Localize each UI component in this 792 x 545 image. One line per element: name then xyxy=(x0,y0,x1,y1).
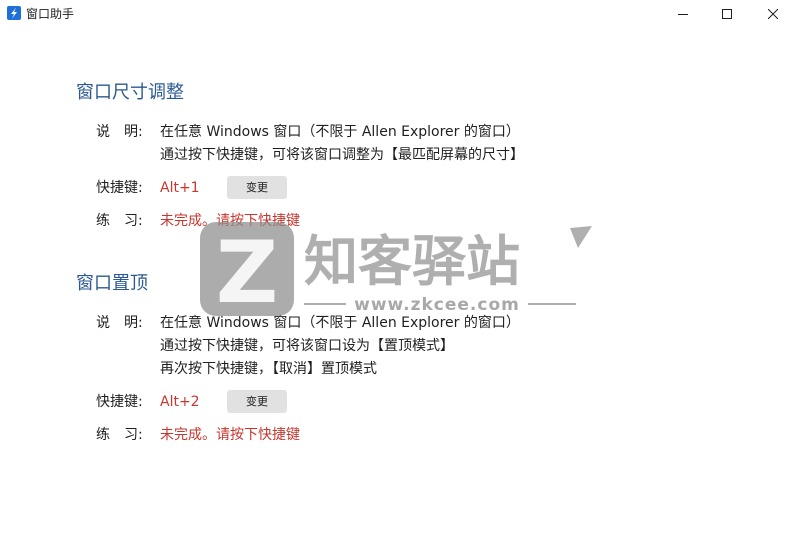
watermark: Z 知客驿站 www.zkcee.com xyxy=(200,222,592,318)
close-icon xyxy=(768,9,778,19)
watermark-url: www.zkcee.com xyxy=(354,295,520,315)
description-line: 再次按下快捷键，【取消】置顶模式 xyxy=(160,361,377,377)
description-line: 通过按下快捷键，可将该窗口调整为【最匹配屏幕的尺寸】 xyxy=(160,147,524,163)
shortcut-value: Alt+2 xyxy=(160,394,200,410)
maximize-button[interactable] xyxy=(704,0,750,28)
description-label: 说 明: xyxy=(96,124,143,140)
shortcut-label: 快捷键: xyxy=(96,180,143,196)
app-logo-icon xyxy=(7,6,21,20)
close-button[interactable] xyxy=(750,0,792,28)
watermark-brand: 知客驿站 xyxy=(304,230,520,293)
watermark-letter: Z xyxy=(216,223,278,318)
description-line: 通过按下快捷键，可将该窗口设为【置顶模式】 xyxy=(160,338,454,354)
practice-label: 练 习: xyxy=(96,213,143,229)
watermark-logo-tile xyxy=(200,222,294,316)
window-title: 窗口助手 xyxy=(26,7,75,21)
section-title-topmost: 窗口置顶 xyxy=(76,273,148,294)
shortcut-label: 快捷键: xyxy=(96,394,143,410)
maximize-icon xyxy=(722,9,732,19)
practice-status: 未完成。请按下快捷键 xyxy=(160,213,300,229)
shortcut-value: Alt+1 xyxy=(160,180,200,196)
watermark-arrow-icon xyxy=(570,226,592,248)
change-shortcut-button[interactable]: 变更 xyxy=(227,176,287,199)
title-bar: 窗口助手 xyxy=(0,0,792,28)
practice-label: 练 习: xyxy=(96,427,143,443)
practice-status: 未完成。请按下快捷键 xyxy=(160,427,300,443)
description-line: 在任意 Windows 窗口（不限于 Allen Explorer 的窗口） xyxy=(160,124,520,140)
section-title-resize: 窗口尺寸调整 xyxy=(76,82,184,103)
minimize-icon xyxy=(678,14,688,15)
change-shortcut-button[interactable]: 变更 xyxy=(227,390,287,413)
description-line: 在任意 Windows 窗口（不限于 Allen Explorer 的窗口） xyxy=(160,315,520,331)
minimize-button[interactable] xyxy=(660,0,706,28)
description-label: 说 明: xyxy=(96,315,143,331)
